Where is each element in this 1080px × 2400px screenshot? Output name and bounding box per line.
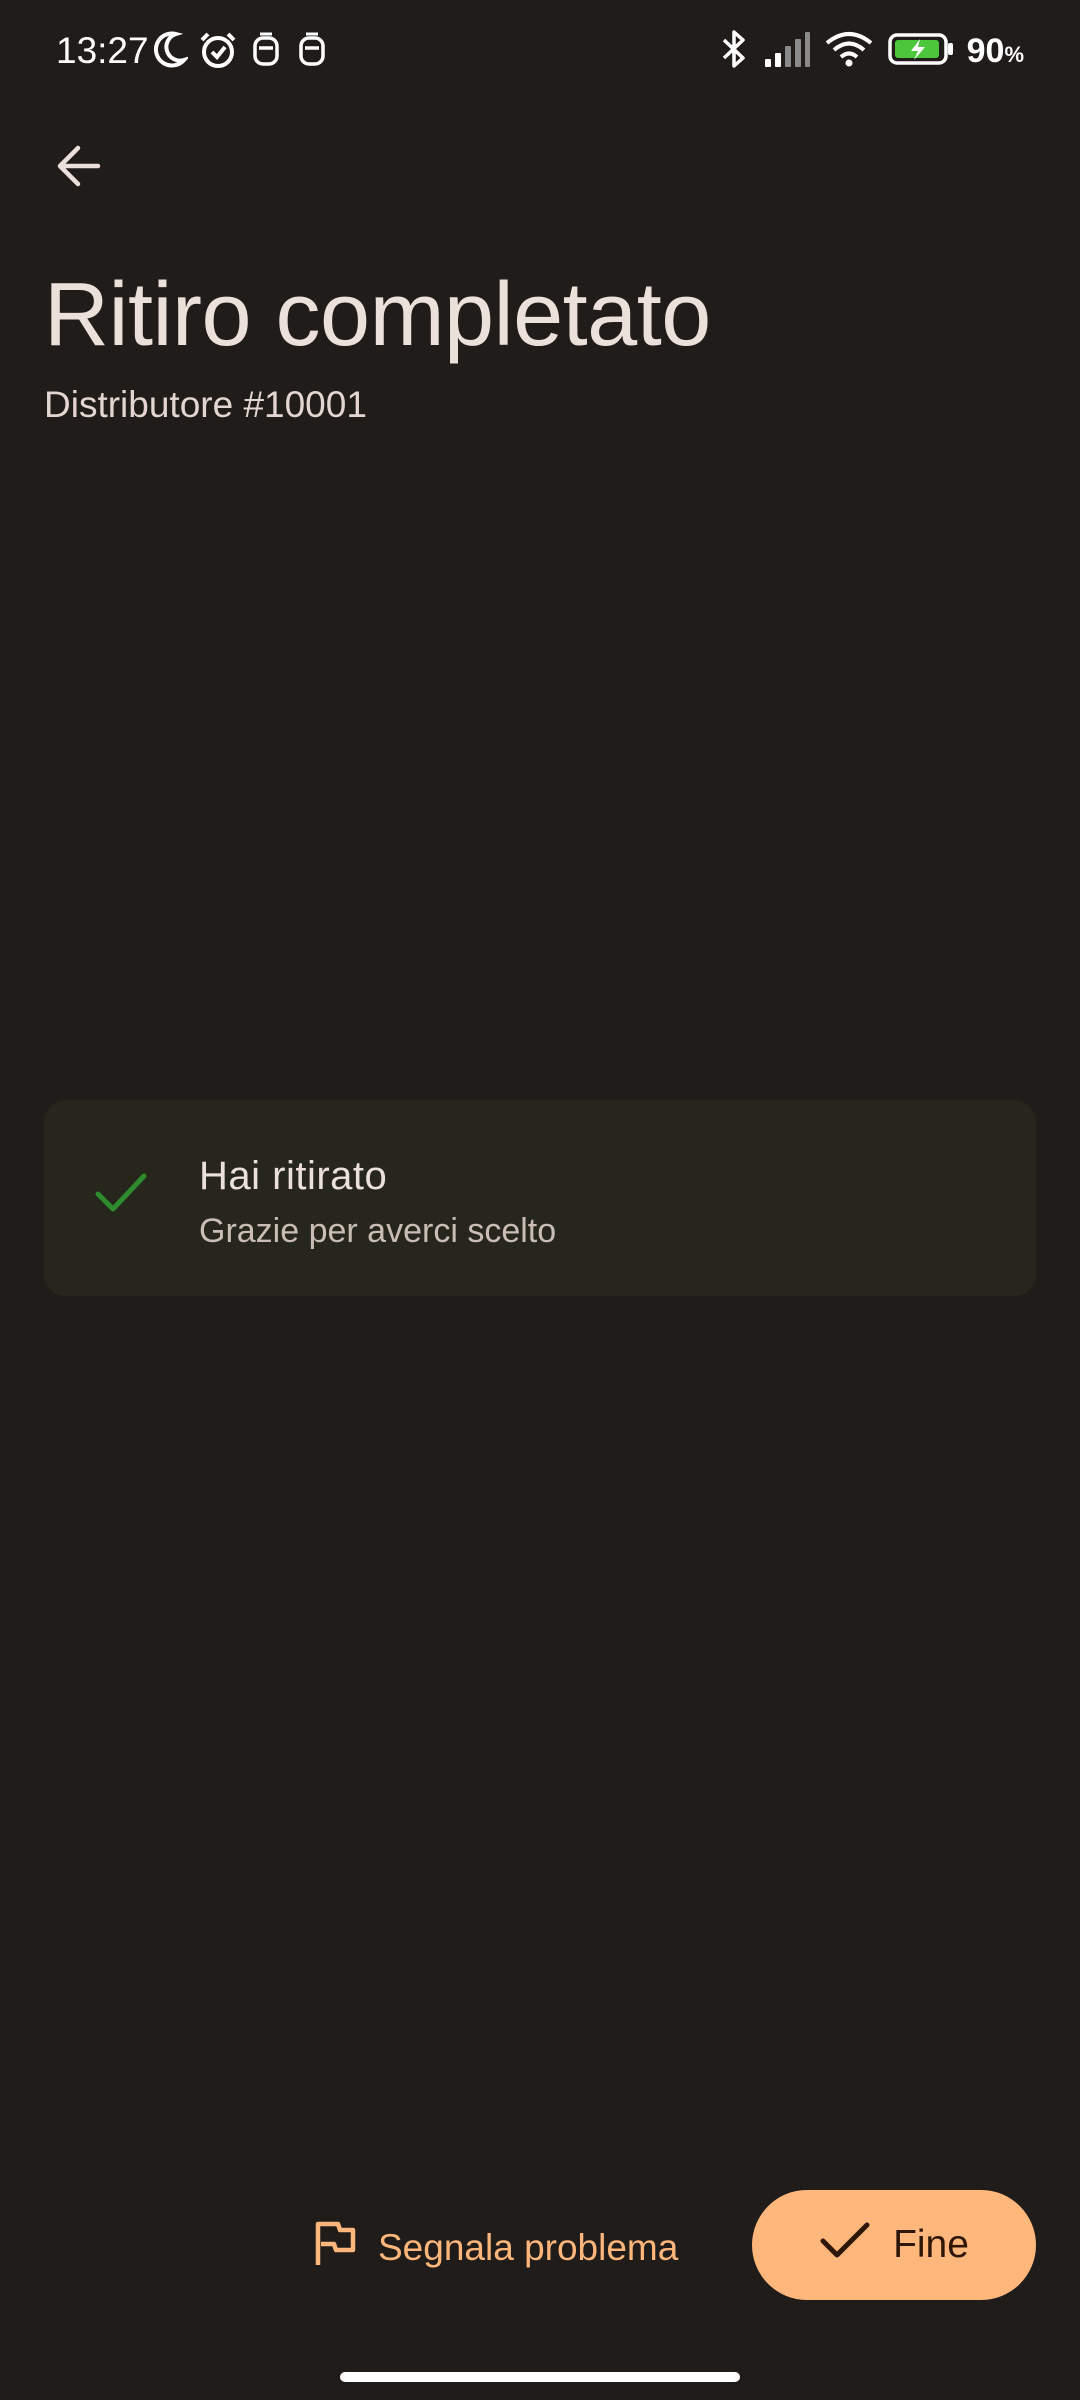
battery-percent-value: 90 [966,32,1005,70]
status-right-icons: 90% [719,28,1024,75]
success-card: Hai ritirato Grazie per averci scelto [44,1100,1036,1296]
battery-charging-icon [887,29,955,74]
page-title: Ritiro completato [44,265,711,365]
wifi-icon [823,29,875,74]
arrow-left-icon [54,144,102,193]
check-icon [94,1170,148,1221]
success-title: Hai ritirato [199,1154,388,1198]
success-message: Grazie per averci scelto [199,1212,557,1250]
signal-icon [761,29,811,74]
back-button[interactable] [44,134,112,202]
report-problem-button[interactable]: Segnala problema [312,2200,678,2296]
flag-icon [312,2219,358,2278]
moon-icon [152,30,191,75]
gesture-bar[interactable] [340,2372,740,2382]
screen: 13:27 90% Ritiro completato Distributore… [0,0,1080,2400]
battery-percent-unit: % [1004,42,1024,67]
report-problem-label: Segnala problema [378,2227,679,2268]
status-bar: 13:27 90% [0,0,1080,104]
check-icon [819,2219,871,2271]
bluetooth-icon [719,28,749,75]
done-button[interactable]: Fine [752,2190,1036,2300]
status-left-icons [152,30,330,75]
done-label: Fine [893,2223,969,2266]
notification-icon [294,30,330,75]
notification-icon [248,30,284,75]
status-time: 13:27 [56,30,149,71]
page-subtitle: Distributore #10001 [44,384,367,425]
alarm-icon [198,30,238,75]
battery-percent: 90% [967,32,1024,71]
